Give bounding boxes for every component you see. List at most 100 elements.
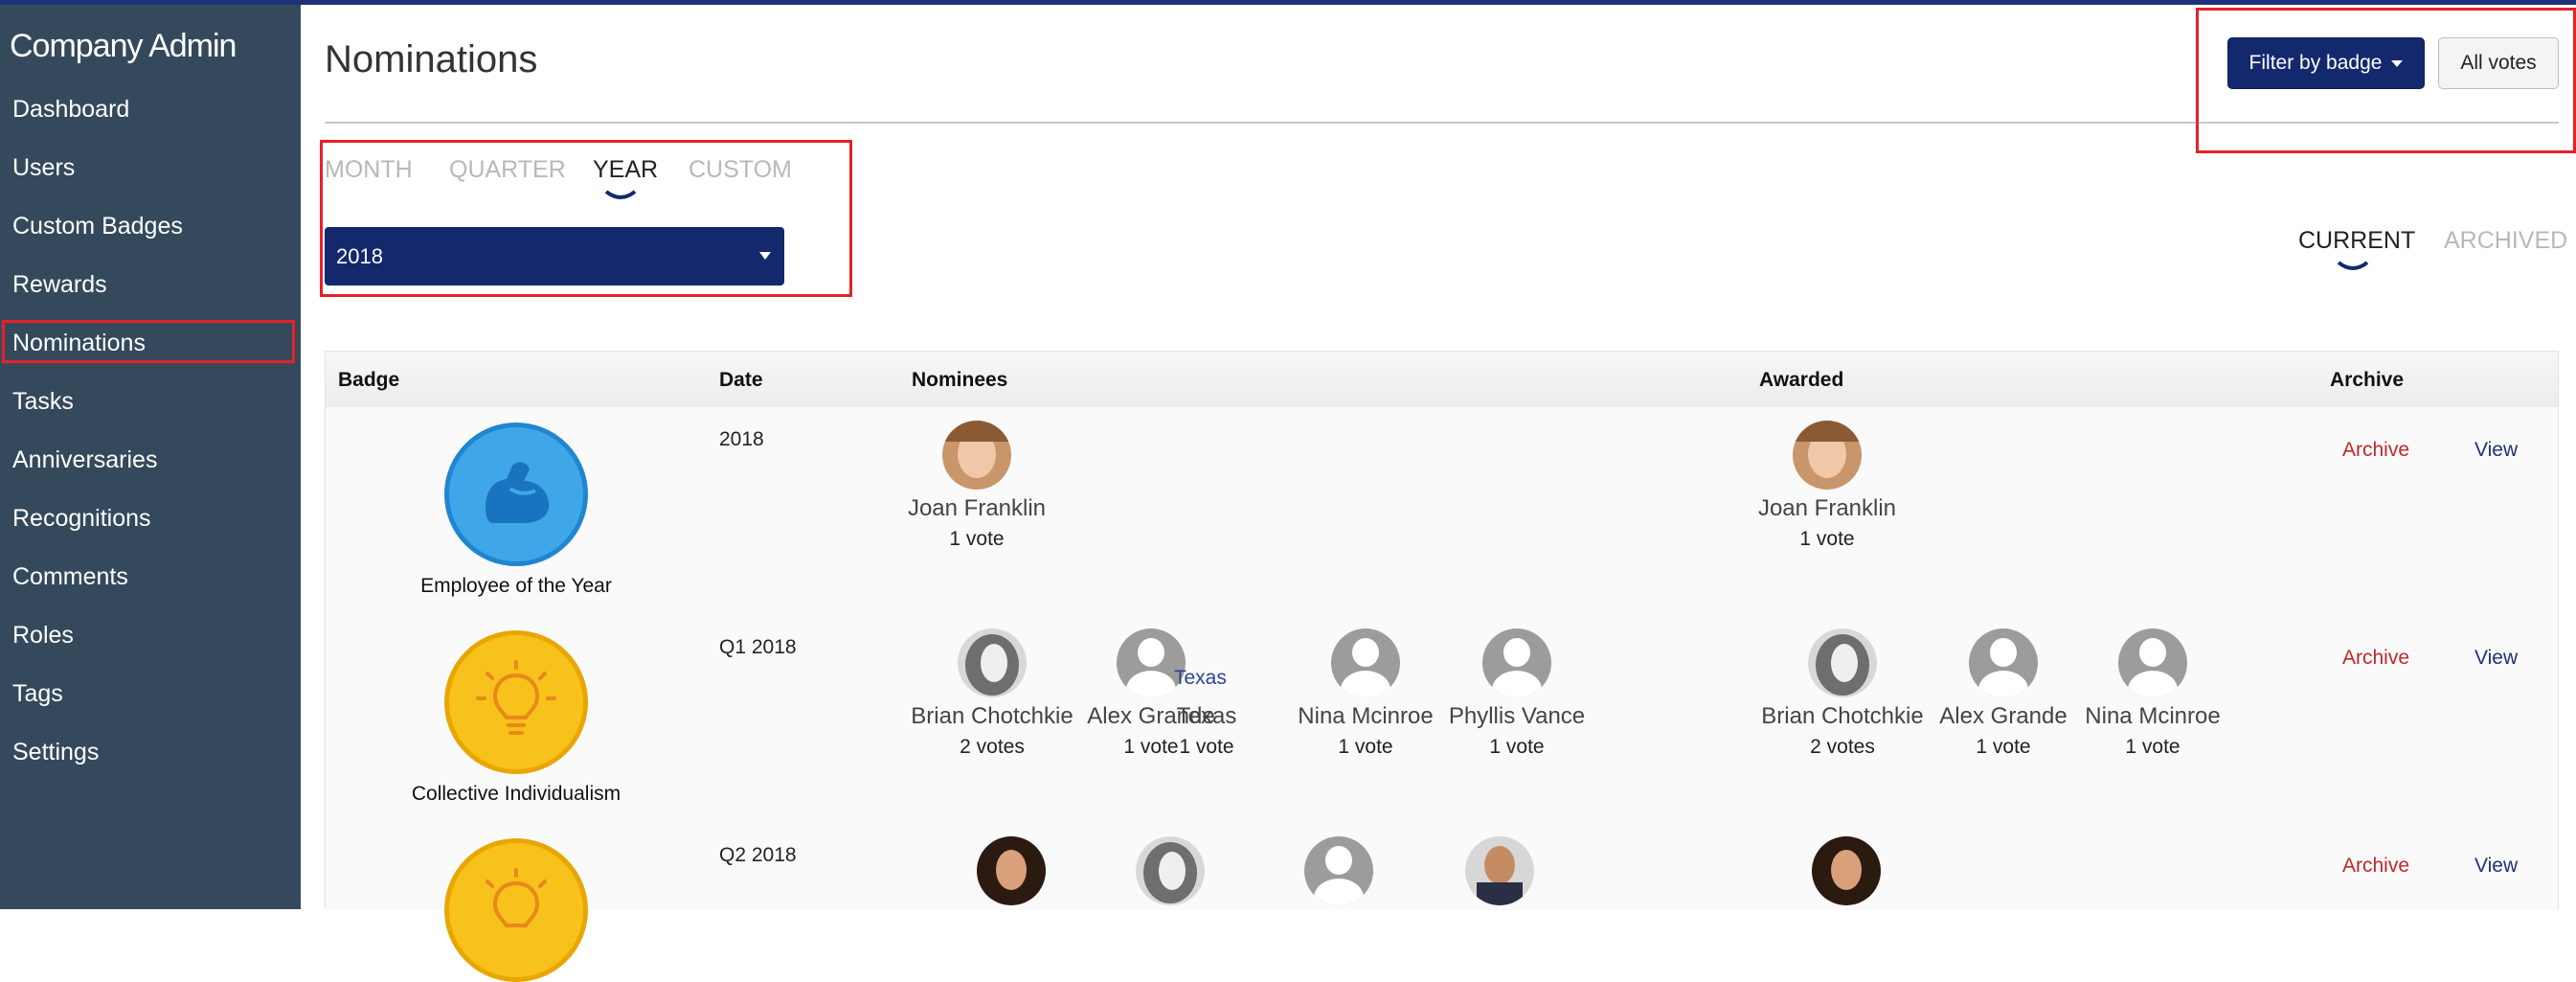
nominee-votes: 1 vote xyxy=(1489,736,1545,758)
lightbulb-icon xyxy=(444,838,588,982)
avatar xyxy=(977,836,1046,905)
nominee[interactable]: Texas Texas 1 vote xyxy=(1168,628,1245,759)
filter-by-badge-label: Filter by badge xyxy=(2248,52,2383,74)
default-avatar-icon xyxy=(1969,628,2038,697)
sidebar-item-comments[interactable]: Comments xyxy=(12,563,128,591)
flexed-arm-icon xyxy=(444,422,588,566)
row-date: Q2 2018 xyxy=(719,844,797,866)
nominee[interactable]: Nina Mcinroe 1 vote xyxy=(1279,628,1452,759)
awardee[interactable]: Joan Franklin 1 vote xyxy=(1741,421,1913,551)
lightbulb-icon xyxy=(444,630,588,774)
header-archive: Archive xyxy=(2330,369,2405,391)
sidebar-item-tasks[interactable]: Tasks xyxy=(12,388,74,416)
table-row: Employee of the Year 2018 Joan Franklin … xyxy=(326,407,2558,616)
all-votes-label: All votes xyxy=(2460,52,2537,74)
nominee-name: Nina Mcinroe xyxy=(1298,703,1434,729)
sidebar-item-roles[interactable]: Roles xyxy=(12,622,74,650)
awardee[interactable]: Nina Mcinroe 1 vote xyxy=(2067,628,2239,759)
page-title: Nominations xyxy=(325,38,538,80)
tab-quarter[interactable]: QUARTER xyxy=(449,156,566,184)
top-accent-bar xyxy=(0,0,2576,5)
table-row: Q2 2018 Archive View xyxy=(326,823,2558,982)
tab-year[interactable]: YEAR xyxy=(593,156,658,184)
year-select[interactable]: 2018 xyxy=(325,227,784,285)
sidebar-item-rewards[interactable]: Rewards xyxy=(12,271,107,299)
avatar xyxy=(1793,421,1862,490)
nominee-votes: 1 vote xyxy=(1338,736,1393,758)
sidebar-item-anniversaries[interactable]: Anniversaries xyxy=(12,446,157,474)
row-date: Q1 2018 xyxy=(719,636,797,658)
sidebar-item-nominations[interactable]: Nominations xyxy=(12,330,146,357)
nominee-votes: 2 votes xyxy=(960,736,1025,758)
default-avatar-icon xyxy=(1304,836,1373,905)
avatar xyxy=(1136,836,1205,905)
avatar xyxy=(1808,628,1877,697)
awardee-votes: 1 vote xyxy=(1799,528,1855,550)
header-date: Date xyxy=(719,369,763,391)
view-link[interactable]: View xyxy=(2474,439,2518,462)
nominee-votes: 1 vote xyxy=(949,528,1005,550)
nominee-name: Phyllis Vance xyxy=(1448,703,1586,729)
avatar xyxy=(942,421,1011,490)
tab-current[interactable]: CURRENT xyxy=(2298,227,2415,255)
avatar xyxy=(1465,836,1534,905)
archive-link[interactable]: Archive xyxy=(2342,855,2409,878)
all-votes-button[interactable]: All votes xyxy=(2438,37,2559,89)
awardee-votes: 1 vote xyxy=(1976,736,2031,758)
default-avatar-icon xyxy=(1331,628,1400,697)
table-row: Collective Individualism Q1 2018 Brian C… xyxy=(326,615,2558,824)
awardee-votes: 2 votes xyxy=(1810,736,1875,758)
view-link[interactable]: View xyxy=(2474,647,2518,670)
archive-link[interactable]: Archive xyxy=(2342,439,2409,462)
active-tab-chevron-icon xyxy=(604,190,637,199)
avatar xyxy=(958,628,1027,697)
tab-archived[interactable]: ARCHIVED xyxy=(2444,227,2567,255)
sidebar-item-custom-badges[interactable]: Custom Badges xyxy=(12,213,183,240)
awardee-votes: 1 vote xyxy=(2125,736,2181,758)
awardee[interactable]: Alex Grande 1 vote xyxy=(1917,628,2090,759)
default-avatar-icon xyxy=(2118,628,2187,697)
nominee[interactable] xyxy=(925,836,1097,905)
nominee[interactable]: Brian Chotchkie 2 votes xyxy=(906,628,1078,759)
nominee[interactable]: Phyllis Vance 1 vote xyxy=(1431,628,1603,759)
nominee-text-label[interactable]: Texas xyxy=(1174,667,1227,690)
sidebar-item-settings[interactable]: Settings xyxy=(12,739,99,766)
awardee-name: Brian Chotchkie xyxy=(1761,703,1924,729)
select-caret-icon xyxy=(759,252,771,260)
caret-down-icon xyxy=(2391,59,2404,67)
sidebar-item-users[interactable]: Users xyxy=(12,154,75,182)
nominee[interactable] xyxy=(1253,836,1425,905)
nominee[interactable] xyxy=(1084,836,1256,905)
nominee[interactable]: Joan Franklin 1 vote xyxy=(891,421,1063,551)
nominee-label-area: Texas xyxy=(1168,628,1245,697)
badge-name: Employee of the Year xyxy=(420,575,612,597)
default-avatar-icon xyxy=(1482,628,1551,697)
row-date: 2018 xyxy=(719,428,764,450)
sidebar-item-recognitions[interactable]: Recognitions xyxy=(12,505,151,533)
nominations-table: Badge Date Nominees Awarded Archive Empl… xyxy=(325,351,2559,982)
view-link[interactable]: View xyxy=(2474,855,2518,878)
header-nominees: Nominees xyxy=(912,369,1008,391)
sidebar: Company Admin Dashboard Users Custom Bad… xyxy=(0,5,301,909)
active-status-chevron-icon xyxy=(2337,261,2369,270)
tab-custom[interactable]: CUSTOM xyxy=(689,156,792,184)
filter-by-badge-button[interactable]: Filter by badge xyxy=(2227,37,2425,89)
year-select-value: 2018 xyxy=(336,243,383,268)
awardee[interactable]: Brian Chotchkie 2 votes xyxy=(1756,628,1929,759)
tab-month[interactable]: MONTH xyxy=(325,156,413,184)
nominee-name: Brian Chotchkie xyxy=(911,703,1073,729)
archive-link[interactable]: Archive xyxy=(2342,647,2409,670)
awardee[interactable] xyxy=(1760,836,1932,905)
awardee-name: Alex Grande xyxy=(1939,703,2068,729)
badge-name: Collective Individualism xyxy=(411,783,621,805)
sidebar-item-dashboard[interactable]: Dashboard xyxy=(12,96,129,124)
nominee[interactable] xyxy=(1413,836,1586,905)
header-badge: Badge xyxy=(338,369,400,391)
awardee-name: Joan Franklin xyxy=(1757,495,1897,521)
table-header: Badge Date Nominees Awarded Archive xyxy=(326,352,2558,408)
header-awarded: Awarded xyxy=(1759,369,1844,391)
nominee-votes: 1 vote xyxy=(1179,736,1234,758)
sidebar-item-tags[interactable]: Tags xyxy=(12,680,63,708)
nominee-name: Joan Franklin xyxy=(907,495,1047,521)
avatar xyxy=(1812,836,1881,905)
